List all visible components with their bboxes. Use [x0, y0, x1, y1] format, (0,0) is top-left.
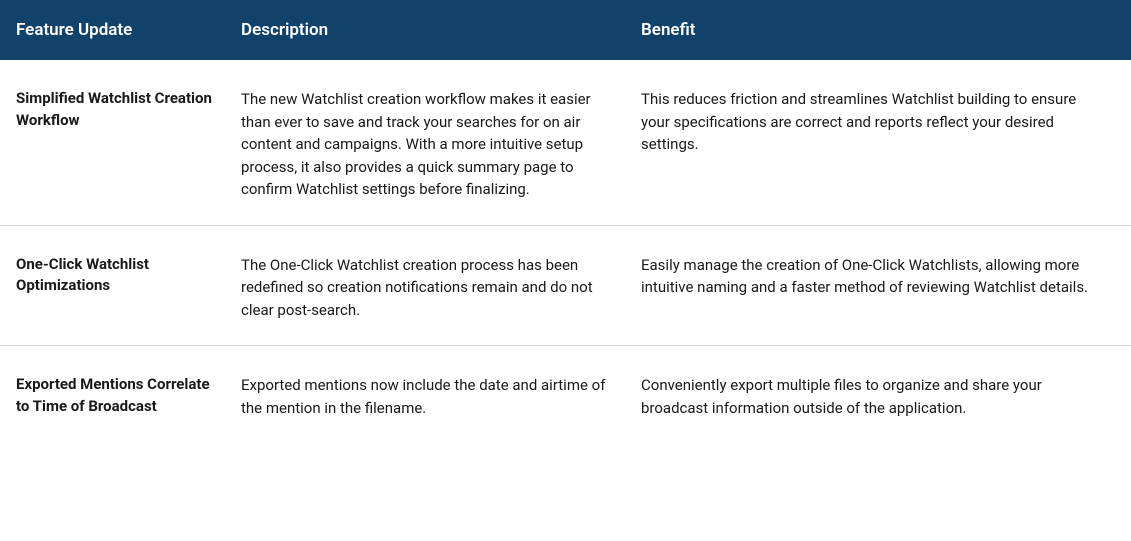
feature-table: Feature Update Description Benefit Simpl…: [0, 0, 1131, 443]
description-cell: The new Watchlist creation workflow make…: [241, 88, 641, 201]
header-benefit: Benefit: [641, 20, 1115, 40]
benefit-cell: Conveniently export multiple files to or…: [641, 374, 1115, 419]
table-row: One-Click Watchlist Optimizations The On…: [0, 226, 1131, 347]
benefit-cell: This reduces friction and streamlines Wa…: [641, 88, 1115, 201]
description-cell: Exported mentions now include the date a…: [241, 374, 641, 419]
table-row: Simplified Watchlist Creation Workflow T…: [0, 60, 1131, 226]
description-cell: The One-Click Watchlist creation process…: [241, 254, 641, 322]
header-description: Description: [241, 20, 641, 40]
table-header-row: Feature Update Description Benefit: [0, 0, 1131, 60]
benefit-cell: Easily manage the creation of One-Click …: [641, 254, 1115, 322]
table-row: Exported Mentions Correlate to Time of B…: [0, 346, 1131, 443]
feature-cell: Simplified Watchlist Creation Workflow: [16, 88, 241, 201]
header-feature: Feature Update: [16, 20, 241, 40]
feature-cell: Exported Mentions Correlate to Time of B…: [16, 374, 241, 419]
feature-cell: One-Click Watchlist Optimizations: [16, 254, 241, 322]
